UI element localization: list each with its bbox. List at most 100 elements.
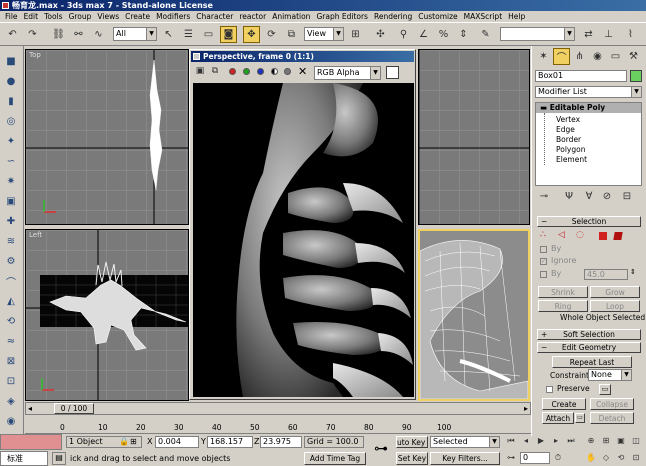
menu-group[interactable]: Group bbox=[66, 11, 95, 22]
clear-icon[interactable]: ✕ bbox=[298, 65, 307, 78]
render-window-title-bar[interactable]: Perspective, frame 0 (1:1) bbox=[191, 51, 414, 62]
select-by-name-icon[interactable]: ☰ bbox=[180, 26, 197, 43]
angle-snap-icon[interactable]: ∠ bbox=[415, 26, 432, 43]
by-angle-checkbox[interactable] bbox=[540, 271, 547, 278]
angle-threshold-field[interactable]: 45.0 bbox=[584, 269, 628, 280]
named-selection-sets-dropdown[interactable]: ▼ bbox=[500, 27, 575, 41]
create-star-icon[interactable]: ✦ bbox=[3, 134, 19, 148]
y-coordinate-field[interactable]: 168.157 bbox=[207, 436, 253, 448]
edge-mode-icon[interactable]: ◁ bbox=[558, 230, 565, 240]
rollout-edit-geometry-header[interactable]: − Edit Geometry bbox=[537, 342, 641, 353]
select-and-move-icon[interactable]: ✥ bbox=[243, 26, 260, 43]
selection-region-icon[interactable]: ▭ bbox=[200, 26, 217, 43]
remove-modifier-icon[interactable]: ⊘ bbox=[600, 189, 614, 203]
add-time-tag-button[interactable]: Add Time Tag bbox=[304, 452, 366, 465]
script-listener-icon[interactable]: ▤ bbox=[52, 452, 66, 465]
object-color-swatch[interactable] bbox=[630, 70, 642, 82]
select-and-scale-icon[interactable]: ⧉ bbox=[283, 26, 300, 43]
bind-space-warp-icon[interactable]: ∿ bbox=[90, 26, 107, 43]
create-box-icon[interactable]: ■ bbox=[3, 54, 19, 68]
unlink-icon[interactable]: ⚯ bbox=[70, 26, 87, 43]
create-system-icon[interactable]: ⚙ bbox=[3, 254, 19, 268]
lock-selection-icon[interactable]: 🔒 bbox=[119, 437, 129, 447]
constraints-dropdown[interactable]: None ▼ bbox=[588, 369, 632, 381]
mirror-icon[interactable]: ⇄ bbox=[580, 26, 597, 43]
ring-button[interactable]: Ring bbox=[538, 300, 588, 312]
zoom-all-icon[interactable]: ⊞ bbox=[599, 434, 613, 447]
modifier-list-dropdown[interactable]: Modifier List ▼ bbox=[535, 86, 642, 98]
preserve-uvs-checkbox[interactable] bbox=[546, 386, 553, 393]
maxscript-listener-field[interactable]: 标准 bbox=[0, 451, 48, 466]
modifier-taper-icon[interactable]: ◭ bbox=[3, 294, 19, 308]
menu-character[interactable]: Character bbox=[193, 11, 236, 22]
time-slider-track[interactable]: 0 / 100 ◂ ▸ bbox=[25, 402, 531, 415]
modifier-lattice-icon[interactable]: ⊠ bbox=[3, 354, 19, 368]
configure-modifier-sets-icon[interactable]: ⊟ bbox=[620, 189, 634, 203]
by-vertex-checkbox[interactable] bbox=[540, 246, 547, 253]
hierarchy-tab-icon[interactable]: ⋔ bbox=[571, 48, 588, 65]
maximize-viewport-icon[interactable]: ⊡ bbox=[629, 451, 643, 464]
vertex-mode-icon[interactable]: ∴ bbox=[540, 230, 546, 240]
menu-maxscript[interactable]: MAXScript bbox=[461, 11, 506, 22]
pan-icon[interactable]: ✋ bbox=[584, 451, 598, 464]
key-selection-set-dropdown[interactable]: Selected ▼ bbox=[430, 436, 500, 448]
element-mode-icon[interactable] bbox=[613, 232, 623, 240]
loop-button[interactable]: Loop bbox=[590, 300, 640, 312]
create-spline-icon[interactable]: ∽ bbox=[3, 154, 19, 168]
pin-stack-icon[interactable]: ⊸ bbox=[537, 189, 551, 203]
modifier-ffd-icon[interactable]: ⊡ bbox=[3, 374, 19, 388]
subobject-border[interactable]: Border bbox=[556, 135, 581, 144]
rollout-soft-selection-header[interactable]: + Soft Selection bbox=[537, 329, 641, 340]
create-camera-icon[interactable]: ▣ bbox=[3, 194, 19, 208]
time-next-icon[interactable]: ▸ bbox=[524, 404, 528, 413]
menu-reactor[interactable]: reactor bbox=[236, 11, 269, 22]
create-torus-icon[interactable]: ◎ bbox=[3, 114, 19, 128]
polygon-mode-icon[interactable] bbox=[599, 232, 607, 240]
subobject-vertex[interactable]: Vertex bbox=[556, 115, 580, 124]
goto-end-icon[interactable]: ⏭ bbox=[564, 434, 578, 447]
rollout-selection-header[interactable]: − Selection bbox=[537, 216, 641, 227]
blue-channel-icon[interactable] bbox=[257, 68, 264, 75]
subobject-edge[interactable]: Edge bbox=[556, 125, 575, 134]
motion-tab-icon[interactable]: ◉ bbox=[589, 48, 606, 65]
create-cylinder-icon[interactable]: ▮ bbox=[3, 94, 19, 108]
auto-key-button[interactable]: uto Key bbox=[396, 436, 428, 448]
prev-frame-icon[interactable]: ◂ bbox=[519, 434, 533, 447]
trackbar[interactable]: 0 10 20 30 40 50 60 70 80 90 100 bbox=[25, 416, 531, 434]
object-name-field[interactable]: Box01 bbox=[535, 70, 627, 82]
display-tab-icon[interactable]: ▭ bbox=[607, 48, 624, 65]
menu-animation[interactable]: Animation bbox=[269, 11, 313, 22]
shrink-button[interactable]: Shrink bbox=[538, 286, 588, 298]
render-frame-window[interactable]: Perspective, frame 0 (1:1) ▣ ⧉ ✕ RGB Alp… bbox=[189, 49, 416, 400]
menu-tools[interactable]: Tools bbox=[41, 11, 65, 22]
save-bitmap-icon[interactable]: ▣ bbox=[193, 64, 207, 78]
redo-icon[interactable]: ↷ bbox=[24, 26, 41, 43]
spinner-snap-icon[interactable]: ⇕ bbox=[455, 26, 472, 43]
alpha-channel-icon[interactable] bbox=[271, 68, 278, 75]
percent-snap-icon[interactable]: % bbox=[435, 26, 452, 43]
z-coordinate-field[interactable]: 23.975 bbox=[260, 436, 302, 448]
monochrome-icon[interactable] bbox=[284, 68, 291, 75]
viewport-top[interactable]: Top bbox=[25, 49, 189, 225]
subobject-element[interactable]: Element bbox=[556, 155, 587, 164]
menu-customize[interactable]: Customize bbox=[415, 11, 460, 22]
repeat-last-button[interactable]: Repeat Last bbox=[552, 356, 632, 368]
zoom-extents-icon[interactable]: ▣ bbox=[614, 434, 628, 447]
modify-tab-icon[interactable]: ⌒ bbox=[553, 48, 570, 65]
create-tab-icon[interactable]: ✶ bbox=[535, 48, 552, 65]
utilities-tab-icon[interactable]: ⚒ bbox=[625, 48, 642, 65]
set-key-button[interactable]: Set Key bbox=[396, 452, 428, 465]
menu-rendering[interactable]: Rendering bbox=[371, 11, 415, 22]
time-prev-icon[interactable]: ◂ bbox=[28, 404, 32, 413]
key-mode-toggle-icon[interactable]: ⊶ bbox=[504, 451, 518, 464]
modifier-bend-icon[interactable]: ⌒ bbox=[3, 274, 19, 289]
field-of-view-icon[interactable]: ◇ bbox=[599, 451, 613, 464]
grow-button[interactable]: Grow bbox=[590, 286, 640, 298]
red-channel-icon[interactable] bbox=[229, 68, 236, 75]
subobject-polygon[interactable]: Polygon bbox=[556, 145, 585, 154]
goto-start-icon[interactable]: ⏮ bbox=[504, 434, 518, 447]
create-space-warp-icon[interactable]: ≋ bbox=[3, 234, 19, 248]
align-icon[interactable]: ⊥ bbox=[600, 26, 617, 43]
select-object-icon[interactable]: ↖ bbox=[160, 26, 177, 43]
snaps-toggle-icon[interactable]: ⚲ bbox=[395, 26, 412, 43]
